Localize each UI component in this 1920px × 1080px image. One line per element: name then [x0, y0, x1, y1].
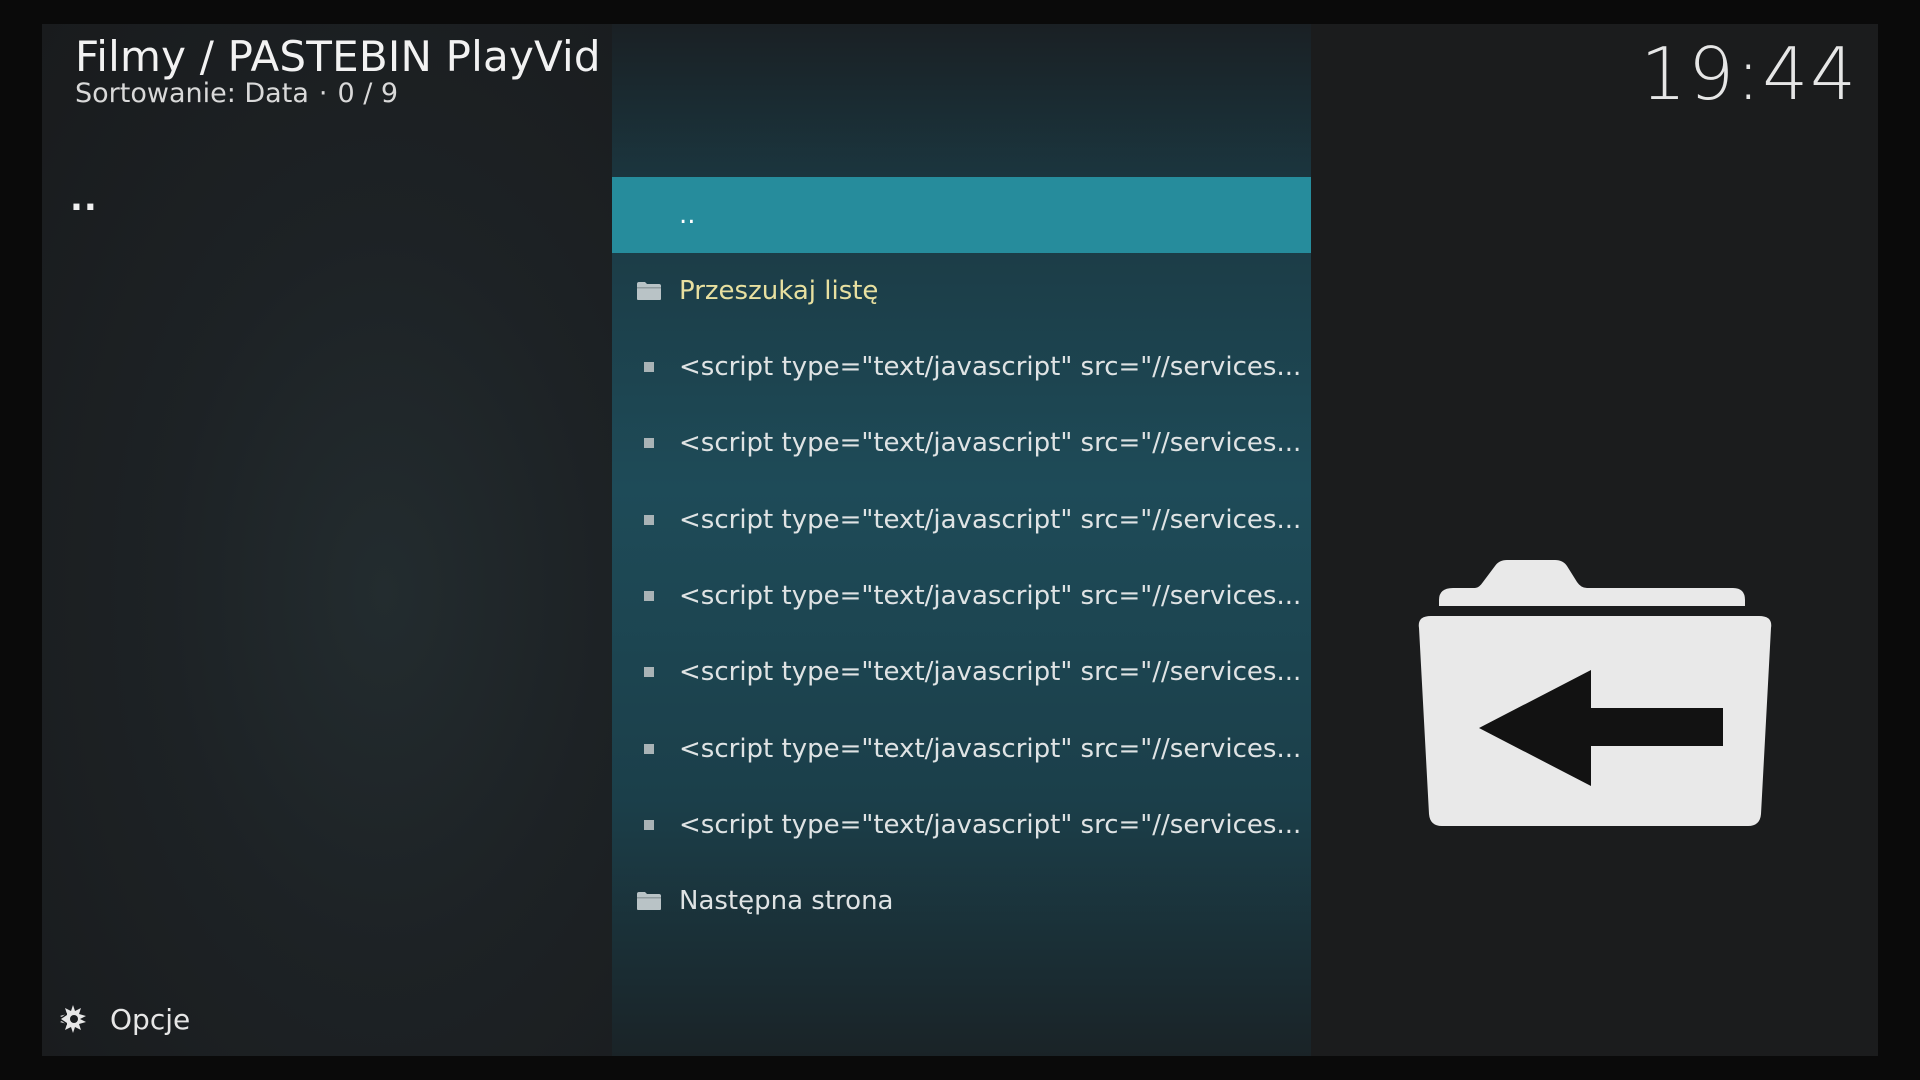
- list-item-search[interactable]: Przeszukaj listę: [612, 253, 1311, 329]
- options-label: Opcje: [110, 1002, 191, 1036]
- list-item-label: <script type="text/javascript" src="//se…: [679, 581, 1302, 611]
- list-item-label: <script type="text/javascript" src="//se…: [679, 352, 1302, 382]
- list-item-label: <script type="text/javascript" src="//se…: [679, 734, 1302, 764]
- left-info-panel: [42, 24, 612, 1056]
- sort-label: Sortowanie: Data: [75, 78, 309, 109]
- parent-folder-label: ..: [70, 179, 98, 219]
- list-item-next-page[interactable]: Następna strona: [612, 863, 1311, 939]
- list-item-file[interactable]: <script type="text/javascript" src="//se…: [612, 405, 1311, 481]
- item-position: 0 / 9: [337, 78, 399, 109]
- page-title: Filmy / PASTEBIN PlayVid: [75, 32, 601, 81]
- folder-icon: [636, 863, 662, 939]
- list-item-label: <script type="text/javascript" src="//se…: [679, 428, 1302, 458]
- file-bullet-icon: [636, 558, 662, 634]
- list-item-label: Następna strona: [679, 886, 894, 916]
- list-item-label: <script type="text/javascript" src="//se…: [679, 657, 1302, 687]
- folder-icon: [636, 253, 662, 329]
- options-icon: [59, 1005, 86, 1033]
- file-bullet-icon: [636, 711, 662, 787]
- list-item-label: Przeszukaj listę: [679, 276, 879, 306]
- list-item-file[interactable]: <script type="text/javascript" src="//se…: [612, 329, 1311, 405]
- kodi-screen: .. Przeszukaj listę <script type="text/j…: [42, 24, 1878, 1056]
- list-item-label: <script type="text/javascript" src="//se…: [679, 505, 1302, 535]
- list-item-label: <script type="text/javascript" src="//se…: [679, 810, 1302, 840]
- file-list-panel: .. Przeszukaj listę <script type="text/j…: [612, 24, 1311, 1056]
- list-item-file[interactable]: <script type="text/javascript" src="//se…: [612, 787, 1311, 863]
- file-bullet-icon: [636, 329, 662, 405]
- list-item-file[interactable]: <script type="text/javascript" src="//se…: [612, 482, 1311, 558]
- file-bullet-icon: [636, 482, 662, 558]
- list-item-file[interactable]: <script type="text/javascript" src="//se…: [612, 711, 1311, 787]
- file-bullet-icon: [636, 634, 662, 710]
- options-button[interactable]: Opcje: [56, 1002, 190, 1036]
- right-preview-panel: [1311, 24, 1878, 1056]
- list-item-label: ..: [679, 200, 696, 230]
- folder-back-icon: [1418, 560, 1772, 826]
- list-item-parent[interactable]: ..: [612, 177, 1311, 253]
- separator: ·: [318, 78, 328, 109]
- file-bullet-icon: [636, 787, 662, 863]
- list-item-file[interactable]: <script type="text/javascript" src="//se…: [612, 558, 1311, 634]
- file-bullet-icon: [636, 405, 662, 481]
- sort-info: Sortowanie: Data · 0 / 9: [75, 78, 398, 109]
- clock: 19:44: [1640, 32, 1858, 116]
- list-item-file[interactable]: <script type="text/javascript" src="//se…: [612, 634, 1311, 710]
